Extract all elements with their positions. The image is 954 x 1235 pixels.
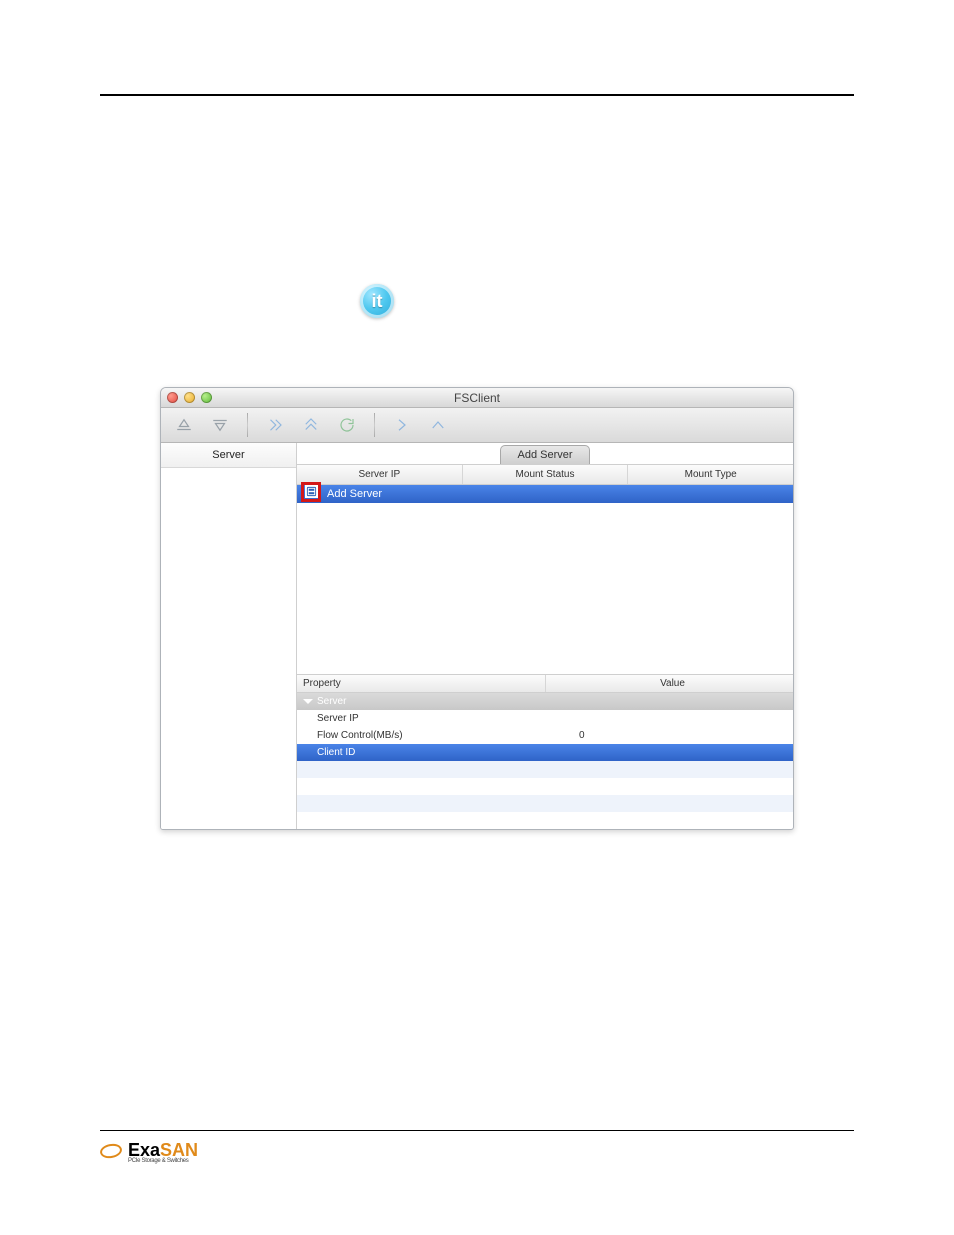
property-group-server[interactable]: Server <box>297 693 793 710</box>
property-row-client-id[interactable]: Client ID <box>297 744 793 761</box>
toolbar-separator <box>374 413 375 437</box>
table-row <box>297 812 793 829</box>
logo-ring-icon <box>99 1142 123 1160</box>
property-row-server-ip[interactable]: Server IP <box>297 710 793 727</box>
table-row <box>297 795 793 812</box>
property-value <box>545 744 793 761</box>
sidebar: Server <box>161 443 297 829</box>
property-value <box>545 710 793 727</box>
server-icon <box>305 485 318 498</box>
highlight-box <box>301 482 321 502</box>
app-window: FSClient Server Add <box>160 387 794 830</box>
chevron-double-up-icon[interactable] <box>302 416 320 434</box>
toolbar-separator <box>247 413 248 437</box>
context-menu-label: Add Server <box>327 488 382 500</box>
page-top-rule <box>100 94 854 96</box>
mount-icon[interactable] <box>175 416 193 434</box>
col-mount-type[interactable]: Mount Type <box>627 465 793 484</box>
info-icon-label: it <box>372 291 383 312</box>
content-area: Server Add Server Server IP Mount Status… <box>161 443 793 829</box>
group-label: Server <box>317 696 346 707</box>
window-title: FSClient <box>161 391 793 405</box>
brand-part-a: Exa <box>128 1140 160 1160</box>
col-property[interactable]: Property <box>297 675 545 692</box>
sidebar-header: Server <box>161 443 296 468</box>
disclosure-triangle-icon <box>303 699 313 704</box>
chevron-up-icon[interactable] <box>429 416 447 434</box>
property-key: Server IP <box>297 710 545 727</box>
chevron-right-icon[interactable] <box>393 416 411 434</box>
property-key: Flow Control(MB/s) <box>297 727 545 744</box>
col-value[interactable]: Value <box>545 675 793 692</box>
table-row <box>297 761 793 778</box>
col-server-ip[interactable]: Server IP <box>297 465 462 484</box>
server-table: Server IP Mount Status Mount Type Add Se… <box>297 465 793 674</box>
info-icon: it <box>360 284 394 318</box>
refresh-icon[interactable] <box>338 416 356 434</box>
tab-add-server[interactable]: Add Server <box>500 445 589 464</box>
property-row-flow-control[interactable]: Flow Control(MB/s) 0 <box>297 727 793 744</box>
property-value: 0 <box>545 727 793 744</box>
col-mount-status[interactable]: Mount Status <box>462 465 628 484</box>
footer-logo: ExaSAN PCIe Storage & Switches <box>100 1140 198 1161</box>
unmount-icon[interactable] <box>211 416 229 434</box>
property-table-header: Property Value <box>297 675 793 693</box>
toolbar <box>161 408 793 443</box>
tab-bar: Add Server <box>297 443 793 465</box>
titlebar: FSClient <box>161 388 793 408</box>
brand-tagline: PCIe Storage & Switches <box>128 1158 188 1164</box>
context-menu-add-server[interactable]: Add Server <box>297 485 793 503</box>
table-row <box>297 778 793 795</box>
main-panel: Add Server Server IP Mount Status Mount … <box>297 443 793 829</box>
property-table: Property Value Server Server IP Flow Con… <box>297 674 793 829</box>
brand-part-b: SAN <box>160 1140 198 1160</box>
property-key: Client ID <box>297 744 545 761</box>
chevron-double-right-icon[interactable] <box>266 416 284 434</box>
page-bottom-rule <box>100 1130 854 1131</box>
server-table-header: Server IP Mount Status Mount Type <box>297 465 793 485</box>
